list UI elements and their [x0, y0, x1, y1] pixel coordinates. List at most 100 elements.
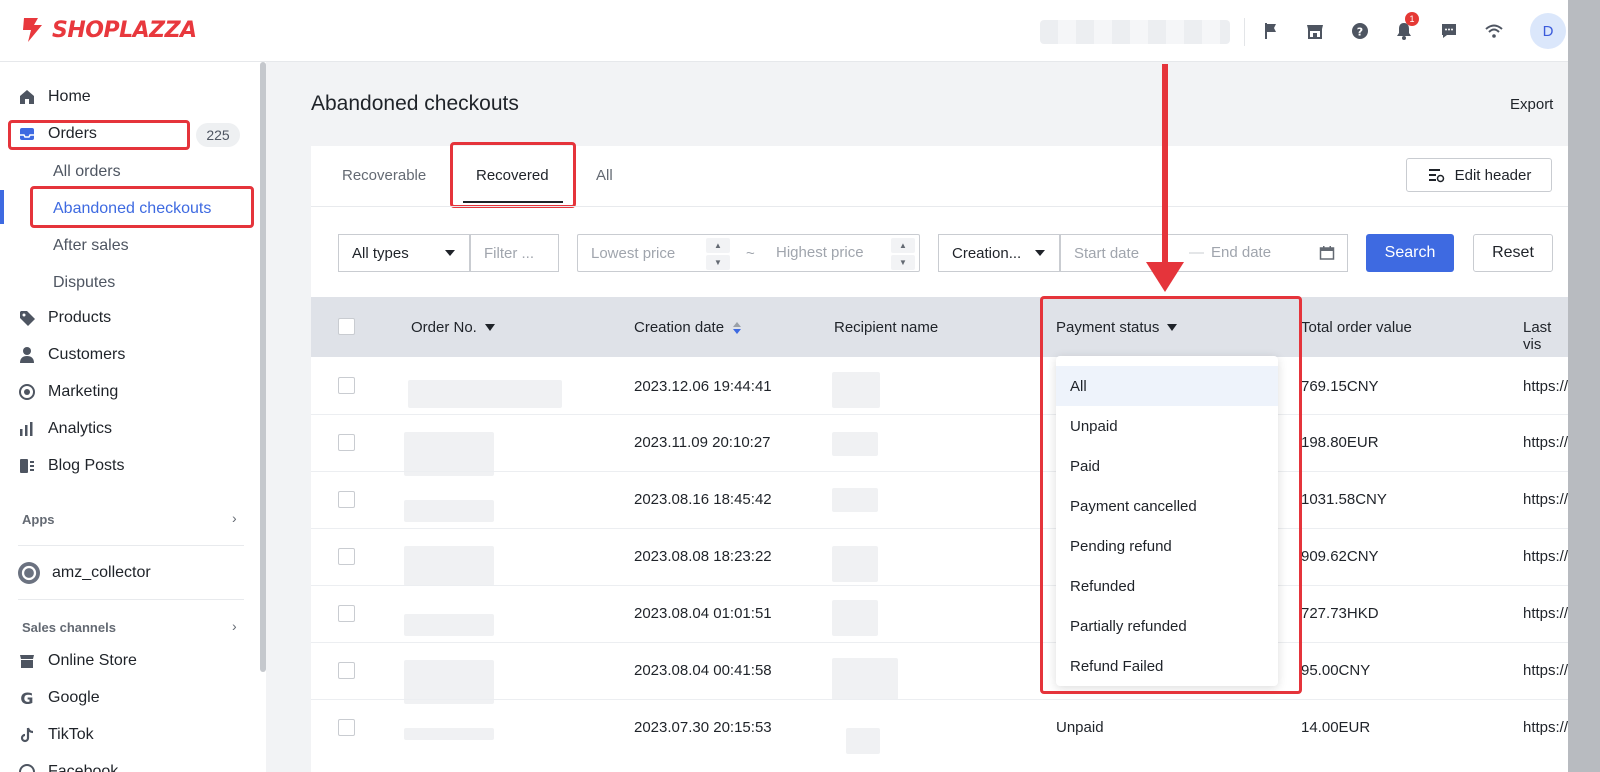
order-no-redacted[interactable]	[404, 546, 494, 586]
recipient-redacted	[832, 546, 878, 582]
total-value-cell: 95.00CNY	[1301, 662, 1371, 679]
annotation-arrow-line	[1162, 64, 1168, 274]
sidebar-item-online-store[interactable]: Online Store	[18, 646, 137, 676]
user-avatar[interactable]: D	[1530, 13, 1566, 49]
row-checkbox[interactable]	[338, 605, 355, 622]
shoplazza-logo[interactable]: SHOPLAZZA	[20, 16, 197, 44]
stepper-up-icon[interactable]: ▲	[706, 238, 730, 253]
column-creation-date[interactable]: Creation date	[634, 319, 742, 336]
last-visited-cell[interactable]: https://h	[1523, 491, 1568, 508]
sidebar-item-facebook[interactable]: Facebook	[18, 757, 118, 772]
calendar-icon[interactable]	[1319, 245, 1335, 261]
row-divider	[311, 414, 1568, 415]
app-window: SHOPLAZZA ? 1 D Home Orders 225 All orde…	[0, 0, 1568, 772]
row-checkbox[interactable]	[338, 491, 355, 508]
order-no-redacted[interactable]	[404, 432, 494, 476]
sidebar-item-all-orders[interactable]: All orders	[53, 163, 121, 181]
chat-icon[interactable]	[1436, 18, 1462, 44]
sales-channels-label: Sales channels	[22, 620, 116, 635]
row-checkbox[interactable]	[338, 377, 355, 394]
order-no-redacted[interactable]	[408, 380, 562, 408]
filter-input[interactable]: Filter ...	[470, 234, 559, 272]
last-visited-cell[interactable]: https://h	[1523, 434, 1568, 451]
orders-count-badge: 225	[196, 123, 240, 147]
sidebar-item-disputes[interactable]: Disputes	[53, 274, 115, 292]
sidebar-item-tiktok[interactable]: TikTok	[18, 720, 94, 750]
sidebar-item-products[interactable]: Products	[18, 303, 111, 333]
search-button[interactable]: Search	[1366, 234, 1454, 272]
top-bar: SHOPLAZZA ? 1 D	[0, 0, 1568, 62]
row-checkbox[interactable]	[338, 719, 355, 736]
creation-date-cell: 2023.07.30 20:15:53	[634, 719, 772, 736]
chevron-right-icon[interactable]: ›	[232, 510, 237, 526]
tiktok-icon	[20, 727, 34, 743]
order-no-redacted[interactable]	[404, 614, 494, 636]
order-no-redacted[interactable]	[404, 728, 494, 740]
highest-price-stepper[interactable]: ▲ ▼	[891, 238, 915, 270]
sidebar-item-google[interactable]: G Google	[18, 683, 100, 713]
order-no-redacted[interactable]	[404, 500, 494, 522]
sidebar-item-label: Analytics	[48, 420, 113, 437]
sidebar-item-home[interactable]: Home	[18, 82, 91, 112]
last-visited-cell[interactable]: https://h	[1523, 378, 1568, 395]
sidebar-scrollbar[interactable]	[260, 62, 266, 672]
caret-down-icon	[1035, 250, 1045, 256]
last-visited-cell[interactable]: https://h	[1523, 719, 1568, 736]
stepper-down-icon[interactable]: ▼	[706, 255, 730, 270]
store-icon[interactable]	[1302, 18, 1328, 44]
help-icon[interactable]: ?	[1347, 18, 1373, 44]
tab-recoverable[interactable]: Recoverable	[342, 167, 426, 184]
edit-header-label: Edit header	[1454, 166, 1532, 184]
date-separator: —	[1189, 244, 1204, 261]
sidebar-item-label: amz_collector	[52, 564, 151, 581]
price-range-field: Lowest price ▲ ▼ ~ Highest price ▲ ▼	[577, 234, 920, 272]
wifi-icon[interactable]	[1481, 18, 1507, 44]
column-total-order-value: Total order value	[1301, 319, 1412, 336]
row-divider	[311, 471, 1568, 472]
sidebar-item-blog-posts[interactable]: Blog Posts	[18, 451, 124, 481]
edit-header-button[interactable]: Edit header	[1406, 158, 1552, 192]
sort-icon	[733, 321, 742, 334]
end-date-input[interactable]: End date	[1211, 244, 1271, 261]
sidebar-item-customers[interactable]: Customers	[18, 340, 125, 370]
highest-price-input[interactable]: Highest price	[776, 244, 864, 261]
export-button[interactable]: Export	[1510, 96, 1553, 113]
sidebar-item-analytics[interactable]: Analytics	[18, 414, 112, 444]
lowest-price-input[interactable]: Lowest price	[591, 245, 675, 262]
column-order-no[interactable]: Order No.	[411, 319, 495, 336]
store-icon	[20, 655, 34, 668]
last-visited-cell[interactable]: https://h	[1523, 662, 1568, 679]
row-checkbox[interactable]	[338, 434, 355, 451]
page-title: Abandoned checkouts	[311, 92, 519, 115]
lowest-price-stepper[interactable]: ▲ ▼	[706, 238, 730, 270]
type-select[interactable]: All types	[338, 234, 470, 272]
start-date-input[interactable]: Start date	[1074, 245, 1139, 262]
flag-icon[interactable]	[1258, 18, 1284, 44]
store-name-redacted[interactable]	[1040, 20, 1230, 44]
date-type-select[interactable]: Creation...	[938, 234, 1060, 272]
last-visited-cell[interactable]: https://h	[1523, 548, 1568, 565]
apps-section-label: Apps	[22, 512, 55, 527]
last-visited-cell[interactable]: https://h	[1523, 605, 1568, 622]
select-all-checkbox[interactable]	[338, 318, 355, 335]
row-checkbox[interactable]	[338, 548, 355, 565]
highlight-payment-status	[1040, 296, 1302, 694]
price-separator: ~	[746, 245, 755, 262]
svg-text:G: G	[20, 689, 33, 707]
payment-status-cell: Unpaid	[1056, 719, 1104, 736]
tab-all[interactable]: All	[596, 167, 613, 184]
reset-button[interactable]: Reset	[1473, 234, 1553, 272]
sidebar-item-amz-collector[interactable]: amz_collector	[18, 558, 151, 588]
column-label: Total order value	[1301, 319, 1412, 336]
recipient-redacted	[832, 600, 878, 636]
stepper-down-icon[interactable]: ▼	[891, 255, 915, 270]
sidebar-item-after-sales[interactable]: After sales	[53, 237, 129, 255]
bell-icon[interactable]: 1	[1391, 12, 1419, 44]
chevron-right-icon[interactable]: ›	[232, 618, 237, 634]
sidebar-item-marketing[interactable]: Marketing	[18, 377, 118, 407]
sidebar-item-label: Google	[48, 689, 100, 706]
order-no-redacted[interactable]	[404, 660, 494, 704]
row-checkbox[interactable]	[338, 662, 355, 679]
stepper-up-icon[interactable]: ▲	[891, 238, 915, 253]
sidebar-item-label: TikTok	[48, 726, 94, 743]
